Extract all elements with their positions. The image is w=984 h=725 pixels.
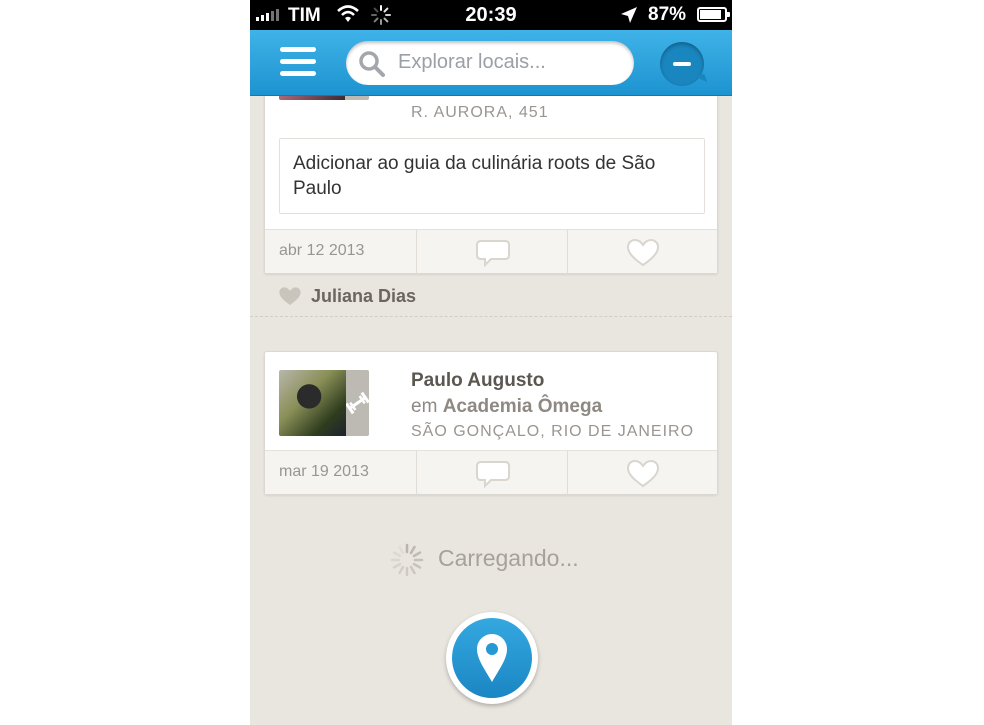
venue-address: SÃO GONÇALO, RIO DE JANEIRO: [411, 423, 695, 440]
hamburger-menu-icon[interactable]: [280, 47, 316, 77]
location-arrow-icon: [620, 6, 638, 29]
section-divider: [250, 316, 732, 317]
comment-icon: [476, 240, 510, 267]
like-button[interactable]: [568, 230, 718, 274]
liker-name: Juliana Dias: [311, 286, 417, 306]
post-date: mar 19 2013: [279, 463, 369, 480]
search-icon: [358, 50, 386, 83]
venue-thumbnail: [279, 370, 369, 436]
venue-address: R. AURORA, 451: [411, 104, 549, 121]
status-bar: TIM 20:39 87%: [250, 0, 732, 30]
loading-text: Carregando...: [438, 545, 579, 571]
user-photo: [279, 370, 346, 436]
comment-icon: [476, 461, 510, 488]
spinner-icon: [390, 543, 424, 582]
like-button[interactable]: [568, 451, 718, 495]
user-name[interactable]: Paulo Augusto: [411, 370, 544, 392]
battery-level: [700, 10, 721, 19]
comment-text: Adicionar ao guia da culinária roots de …: [293, 153, 656, 199]
check-in-button[interactable]: [446, 612, 538, 704]
app-screen: TIM 20:39 87% Explorar locais... R. AURO…: [250, 0, 732, 725]
battery-percentage: 87%: [648, 4, 687, 25]
feed-card[interactable]: Paulo Augusto em Academia Ômega SÃO GONÇ…: [264, 351, 718, 495]
map-pin-icon: [477, 634, 507, 682]
card-footer: abr 12 2013: [265, 229, 718, 274]
comment-box: Adicionar ao guia da culinária roots de …: [279, 138, 705, 214]
search-input[interactable]: [398, 49, 623, 75]
venue-name[interactable]: Academia Ômega: [443, 396, 602, 417]
heart-icon: [626, 239, 660, 267]
search-bar[interactable]: [346, 41, 634, 85]
venue-line: em Academia Ômega: [411, 396, 602, 418]
top-navigation-bar: [250, 30, 732, 96]
venue-preposition: em: [411, 396, 438, 417]
dumbbell-icon: [345, 370, 369, 436]
heart-icon: [278, 286, 302, 312]
post-date: abr 12 2013: [279, 242, 365, 259]
heart-icon: [626, 460, 660, 488]
card-footer: mar 19 2013: [265, 450, 718, 495]
comment-button[interactable]: [417, 230, 567, 274]
comment-button[interactable]: [417, 451, 567, 495]
chat-bubble-icon[interactable]: [660, 42, 708, 86]
battery-icon: [697, 7, 730, 22]
